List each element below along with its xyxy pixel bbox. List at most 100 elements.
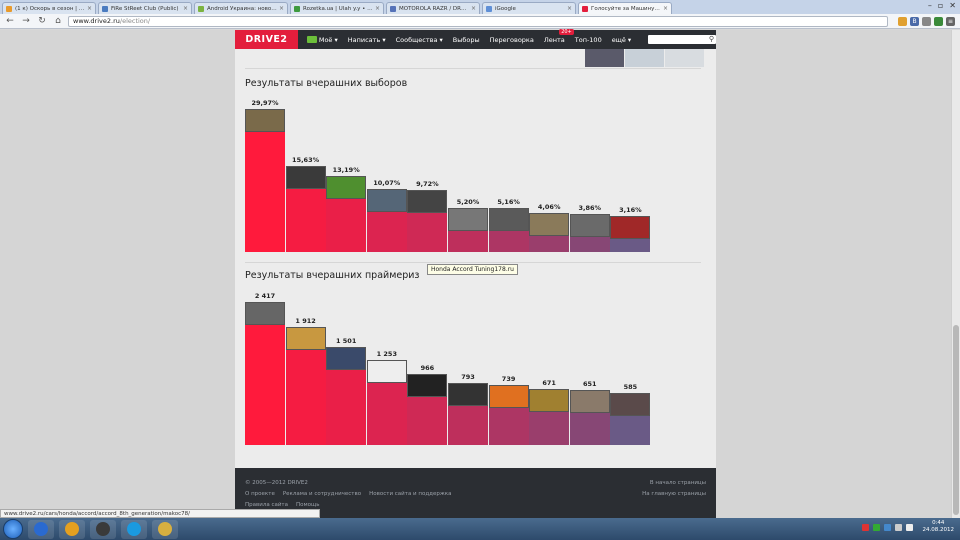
bar[interactable]: 3,86% xyxy=(569,204,610,252)
menu-item[interactable]: Написать ▾ xyxy=(343,36,391,44)
bar[interactable]: 5,16% xyxy=(488,198,529,252)
car-thumbnail[interactable] xyxy=(625,49,664,67)
close-icon[interactable]: ✕ xyxy=(949,1,956,10)
bar[interactable]: 739 xyxy=(488,375,529,445)
menu-item[interactable]: Сообщества ▾ xyxy=(391,36,448,44)
reload-icon[interactable]: ↻ xyxy=(36,15,48,27)
browser-tab[interactable]: FiRe StReet Club (Public) × xyxy=(98,2,192,14)
address-bar[interactable]: www.drive2.ru/election/ xyxy=(68,15,888,27)
taskbar-app[interactable] xyxy=(121,519,147,539)
tab-close-icon[interactable]: × xyxy=(183,5,188,12)
taskbar-app[interactable] xyxy=(59,519,85,539)
home-icon[interactable]: ⌂ xyxy=(52,15,64,27)
car-photo[interactable] xyxy=(569,214,610,237)
bar[interactable]: 1 253 xyxy=(366,350,407,445)
car-photo[interactable] xyxy=(448,383,488,406)
forward-icon[interactable]: → xyxy=(20,15,32,27)
car-photo[interactable] xyxy=(407,190,448,213)
car-thumbnail[interactable] xyxy=(585,49,624,67)
site-logo[interactable]: DRIVE2 xyxy=(235,30,298,49)
vk-icon[interactable]: В xyxy=(910,16,919,26)
footer-link[interactable]: Реклама и сотрудничество xyxy=(283,491,361,497)
car-photo[interactable] xyxy=(407,374,448,397)
site-search-input[interactable]: ⚲ xyxy=(648,35,716,44)
bar[interactable]: 1 501 xyxy=(326,337,367,445)
menu-item[interactable]: Выборы xyxy=(448,36,485,44)
footer-link[interactable]: Правила сайта xyxy=(245,502,288,508)
car-thumbnail[interactable] xyxy=(665,49,704,67)
tray-icon[interactable] xyxy=(861,523,869,531)
taskbar-app[interactable] xyxy=(152,519,178,539)
car-photo[interactable] xyxy=(245,302,285,325)
car-photo[interactable] xyxy=(285,327,326,350)
browser-tab[interactable]: Голосуйте за Машину дня × xyxy=(578,2,672,14)
browser-tab[interactable]: Android Украина: новости, ...× xyxy=(194,2,288,14)
tab-close-icon[interactable]: × xyxy=(279,5,284,12)
browser-tab[interactable]: MOTOROLA RAZR / DROID R...× xyxy=(386,2,480,14)
car-photo[interactable] xyxy=(285,166,326,189)
bar[interactable]: 585 xyxy=(610,383,651,445)
bar[interactable]: 10,07% xyxy=(366,179,407,252)
car-photo[interactable] xyxy=(326,176,367,199)
tab-close-icon[interactable]: × xyxy=(87,5,92,12)
bar[interactable]: 5,20% xyxy=(448,198,488,252)
bar[interactable]: 671 xyxy=(529,379,570,445)
network-icon[interactable] xyxy=(905,523,913,531)
car-photo[interactable] xyxy=(448,208,488,231)
bar[interactable]: 9,72% xyxy=(407,180,448,252)
menu-item[interactable]: Лента 20+ xyxy=(539,28,574,44)
extension-icon[interactable] xyxy=(934,16,943,26)
bar[interactable]: 29,97% xyxy=(245,99,285,252)
tray-icon[interactable] xyxy=(883,523,891,531)
maximize-icon[interactable]: ▫ xyxy=(938,1,943,10)
extension-icon[interactable] xyxy=(922,16,931,26)
bar[interactable]: 651 xyxy=(569,380,610,445)
browser-tab[interactable]: Rozetka.ua | Ulah y.y • microl...× xyxy=(290,2,384,14)
footer-link[interactable]: Помощь xyxy=(296,502,319,508)
tab-close-icon[interactable]: × xyxy=(663,5,668,12)
menu-item[interactable]: ещё ▾ xyxy=(607,36,636,44)
taskbar-app[interactable] xyxy=(28,519,54,539)
back-icon[interactable]: ← xyxy=(4,15,16,27)
car-photo[interactable] xyxy=(488,208,529,231)
bar[interactable]: 1 912 xyxy=(285,317,326,445)
footer-link[interactable]: На главную страницы xyxy=(642,489,706,500)
bar[interactable]: 4,06% xyxy=(529,203,570,252)
footer-link[interactable]: О проекте xyxy=(245,491,275,497)
wrench-icon[interactable]: ≡ xyxy=(946,16,955,26)
car-photo[interactable] xyxy=(529,389,570,412)
bar[interactable]: 3,16% xyxy=(610,206,651,252)
browser-tab[interactable]: (1 к) Оскорь в сезон | з-ц8 сериа...× xyxy=(2,2,96,14)
search-icon[interactable]: ⚲ xyxy=(709,35,714,44)
scrollbar[interactable] xyxy=(951,30,960,518)
car-photo[interactable] xyxy=(245,109,285,132)
car-photo[interactable] xyxy=(366,360,407,383)
bar[interactable]: 2 417 xyxy=(245,292,285,445)
bar[interactable]: 793 xyxy=(448,373,488,445)
scroll-thumb[interactable] xyxy=(953,325,959,515)
bar[interactable]: 966 xyxy=(407,364,448,445)
bar[interactable]: 13,19% xyxy=(326,166,367,252)
start-button[interactable] xyxy=(3,519,23,539)
car-photo[interactable] xyxy=(610,216,651,239)
taskbar-app[interactable] xyxy=(90,519,116,539)
car-photo[interactable] xyxy=(326,347,367,370)
minimize-icon[interactable]: – xyxy=(928,1,932,10)
menu-item[interactable]: Топ-100 xyxy=(570,36,607,44)
browser-tab[interactable]: iGoogle × xyxy=(482,2,576,14)
tab-close-icon[interactable]: × xyxy=(375,5,380,12)
tab-close-icon[interactable]: × xyxy=(471,5,476,12)
menu-item[interactable]: Моё ▾ xyxy=(302,36,343,44)
footer-link[interactable]: Новости сайта и поддержка xyxy=(369,491,451,497)
tab-close-icon[interactable]: × xyxy=(567,5,572,12)
car-photo[interactable] xyxy=(488,385,529,408)
car-photo[interactable] xyxy=(529,213,570,236)
footer-link[interactable]: В начало страницы xyxy=(642,478,706,489)
clock[interactable]: 0:44 24.08.2012 xyxy=(923,520,955,534)
car-photo[interactable] xyxy=(610,393,651,416)
menu-item[interactable]: Переговорка xyxy=(485,36,539,44)
extension-icon[interactable] xyxy=(898,16,907,26)
bar[interactable]: 15,63% xyxy=(285,156,326,252)
car-photo[interactable] xyxy=(569,390,610,413)
volume-icon[interactable] xyxy=(894,523,902,531)
